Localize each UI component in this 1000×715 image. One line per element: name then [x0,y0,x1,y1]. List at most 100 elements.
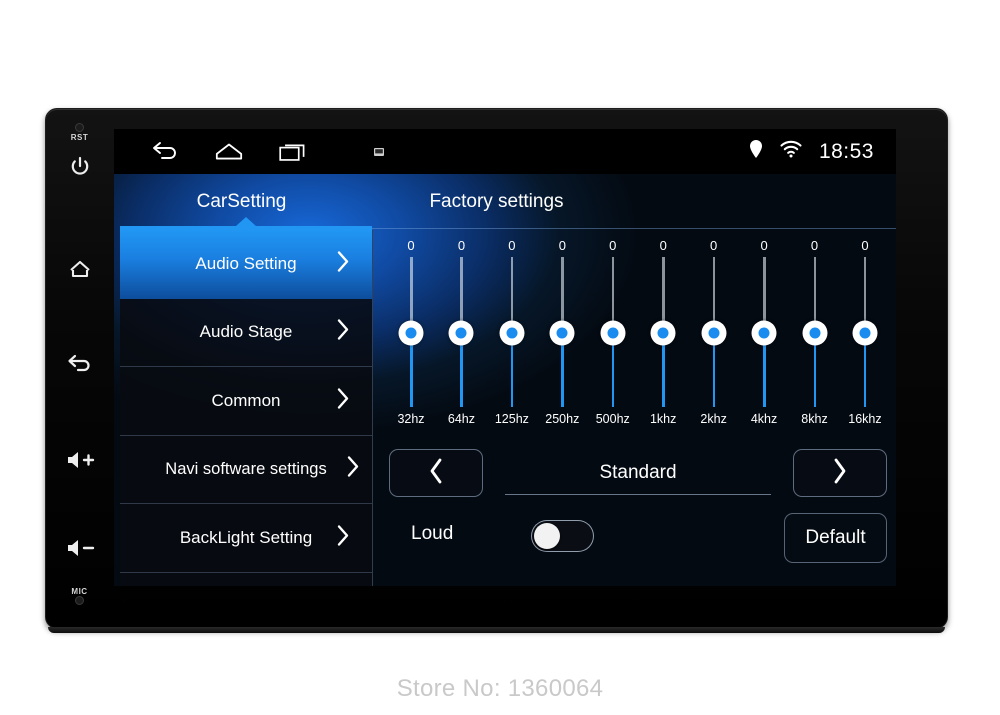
sidebar-item-label: BackLight Setting [179,527,313,547]
touchscreen: 18:53 CarSetting Factory settings Audio … [114,129,896,586]
eq-band-slider[interactable] [490,257,534,407]
sidebar-item-label: Audio Setting [195,254,297,274]
volume-down-icon [67,540,94,556]
chevron-right-icon [336,318,350,347]
eq-band: 0 2khz [692,237,736,441]
sidebar-item-audio-setting[interactable]: Audio Setting [120,230,372,299]
slider-knob[interactable] [701,320,727,346]
navigation-buttons [114,139,394,165]
eq-band-slider[interactable] [793,257,837,407]
chevron-right-icon [336,523,350,552]
back-arrow-icon [67,354,90,372]
house-icon [69,260,90,278]
chevron-right-icon [346,455,360,484]
chevron-right-icon [831,456,849,491]
preset-name-value[interactable]: Standard [505,451,771,495]
android-status-bar: 18:53 [114,129,896,174]
eq-band-slider[interactable] [439,257,483,407]
tab-factory-settings[interactable]: Factory settings [369,191,624,213]
eq-band-slider[interactable] [591,257,635,407]
reset-label: RST [70,133,89,142]
eq-band-value: 0 [659,238,667,253]
settings-sidebar: Audio Setting Audio Stage Common Navi so… [120,230,373,586]
preset-selector: Standard [389,443,887,505]
default-button[interactable]: Default [784,513,887,563]
eq-band: 0 8khz [793,237,837,441]
power-button[interactable] [46,155,113,179]
eq-band: 0 500hz [591,237,635,441]
tab-carsetting[interactable]: CarSetting [114,191,369,213]
eq-band-slider[interactable] [641,257,685,407]
eq-band-slider[interactable] [389,257,433,407]
microphone: MIC [46,587,113,606]
status-icons: 18:53 [749,139,896,164]
slider-knob[interactable] [549,320,575,346]
eq-band-slider[interactable] [540,257,584,407]
reset-hole-icon [75,123,84,132]
preset-next-button[interactable] [793,449,887,497]
slider-knob[interactable] [802,320,827,346]
sidebar-item-label: Navi software settings [165,459,327,478]
eq-band-frequency: 2khz [700,412,727,426]
loud-label: Loud [411,523,454,544]
volume-up-button[interactable] [46,449,113,471]
slider-knob[interactable] [852,320,878,346]
eq-band-value: 0 [861,238,869,253]
home-button[interactable] [46,257,113,281]
eq-band-frequency: 1khz [649,412,677,426]
eq-band-value: 0 [760,238,768,253]
eq-band-frequency: 125hz [494,412,529,426]
slider-knob[interactable] [448,320,474,346]
eq-band-frequency: 32hz [397,412,425,426]
slider-knob[interactable] [650,320,676,346]
back-button[interactable] [46,353,113,375]
car-setting-app: CarSetting Factory settings Audio Settin… [114,174,896,586]
eq-band: 0 1khz [641,237,685,441]
tab-active-caret-icon [236,217,256,226]
slider-knob[interactable] [751,320,777,346]
mic-hole-icon [75,596,84,605]
sidebar-item-label: Audio Stage [199,322,293,342]
loud-toggle[interactable] [531,520,594,552]
eq-band-value: 0 [609,238,617,253]
home-icon[interactable] [214,139,244,165]
eq-band-slider[interactable] [742,257,786,407]
sidebar-item-common[interactable]: Common [120,367,372,436]
eq-band-frequency: 500hz [595,412,630,426]
eq-band-slider[interactable] [843,257,887,407]
slider-knob[interactable] [499,320,525,346]
eq-band-frequency: 250hz [545,412,580,426]
power-icon [71,156,88,175]
eq-band-frequency: 64hz [447,412,475,426]
volume-down-button[interactable] [46,537,113,559]
status-clock: 18:53 [818,139,874,163]
eq-band-value: 0 [508,238,516,253]
eq-band-slider[interactable] [692,257,736,407]
eq-band: 0 125hz [490,237,534,441]
sidebar-item-navi-software-settings[interactable]: Navi software settings [120,436,372,504]
eq-band-value: 0 [407,238,415,253]
back-icon[interactable] [150,139,180,165]
screenshot-icon[interactable] [364,139,394,165]
tab-rule [372,228,896,229]
eq-band-value: 0 [810,238,819,253]
eq-band-value: 0 [457,238,466,253]
eq-band-value: 0 [710,238,718,253]
eq-band: 0 250hz [540,237,584,441]
toggle-knob [534,522,560,549]
chevron-left-icon [427,456,445,491]
audio-setting-panel: 0 32hz 0 64hz 0 125hz 0 250hz 0 500hz 0 … [373,231,896,586]
preset-previous-button[interactable] [389,449,483,497]
slider-knob[interactable] [600,320,626,346]
recent-apps-icon[interactable] [278,139,308,165]
slider-knob[interactable] [398,320,424,346]
wifi-icon [780,140,802,163]
eq-band-value: 0 [558,238,566,253]
sidebar-item-backlight-setting[interactable]: BackLight Setting [120,504,372,573]
reset-button[interactable]: RST [46,123,113,142]
volume-up-icon [67,452,94,468]
sidebar-item-audio-stage[interactable]: Audio Stage [120,299,372,367]
store-number-caption: Store No: 1360064 [396,675,604,702]
chevron-right-icon [336,386,350,415]
eq-band-frequency: 8khz [801,412,828,426]
